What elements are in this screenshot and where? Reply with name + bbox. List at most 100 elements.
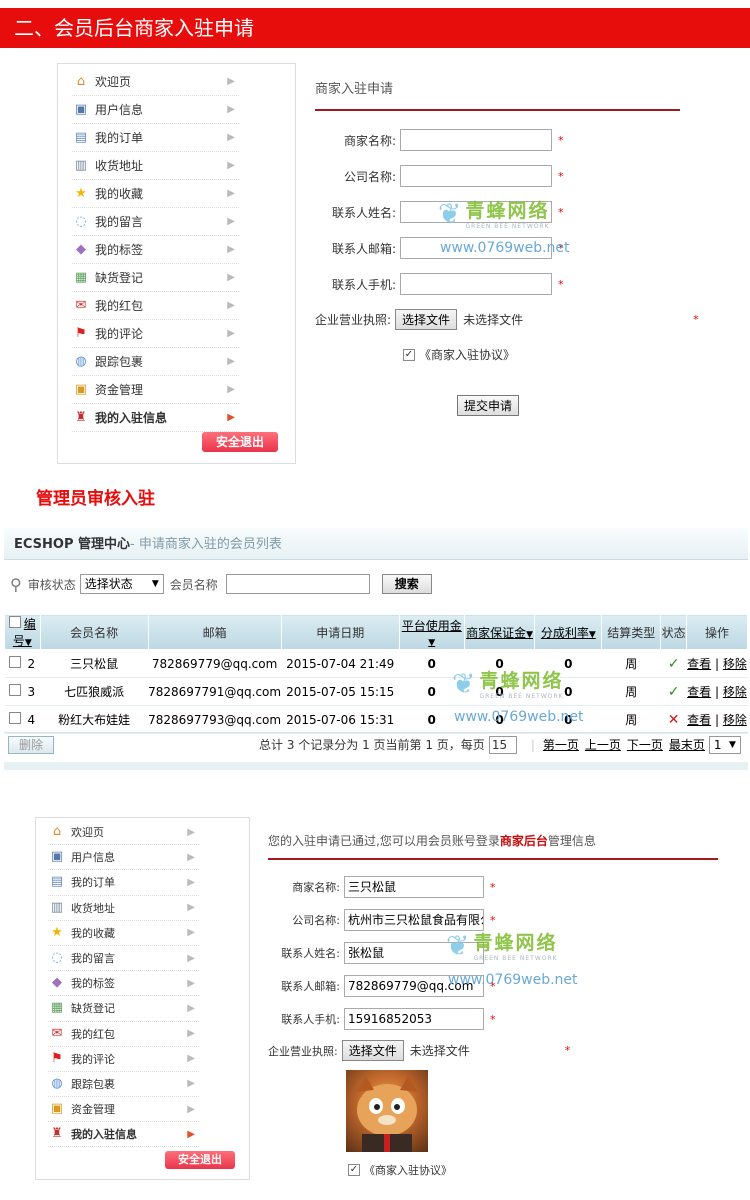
sidebar-item[interactable]: ⚑ 我的评论 ▶ — [72, 320, 239, 348]
choose-file-button[interactable]: 选择文件 — [341, 1040, 404, 1061]
text-input[interactable]: 三只松鼠 — [344, 876, 484, 898]
sidebar-item[interactable]: ◆ 我的标签 ▶ — [48, 971, 199, 997]
chevron-right-icon: ▶ — [187, 902, 195, 914]
license-label: 企业营业执照: — [268, 1044, 338, 1058]
text-input[interactable]: 15916852053 — [344, 1008, 484, 1030]
search-button[interactable]: 搜索 — [381, 574, 432, 594]
sidebar-item[interactable]: ▦ 缺货登记 ▶ — [48, 996, 199, 1022]
text-input[interactable]: 杭州市三只松鼠食品有限公 — [344, 909, 484, 931]
text-input[interactable] — [400, 237, 552, 259]
sidebar-item[interactable]: ✉ 我的红包 ▶ — [72, 292, 239, 320]
text-input[interactable] — [400, 201, 552, 223]
sidebar-item[interactable]: ◍ 跟踪包裹 ▶ — [48, 1072, 199, 1098]
row-checkbox[interactable] — [9, 684, 22, 696]
actions-cell: 查看 | 移除 — [686, 649, 748, 678]
agreement-checkbox[interactable]: ✓ — [403, 348, 415, 361]
agreement-link[interactable]: 《商家入驻协议》 — [419, 346, 515, 363]
cell-name: 三只松鼠 — [40, 649, 149, 678]
merchant-backend-link[interactable]: 商家后台 — [500, 834, 548, 848]
sidebar-item[interactable]: ▦ 缺货登记 ▶ — [72, 264, 239, 292]
form-row: 商家名称: 三只松鼠 * — [270, 876, 496, 898]
id-card-icon: ▣ — [50, 849, 64, 865]
sidebar-item[interactable]: ▣ 用户信息 ▶ — [72, 96, 239, 124]
sidebar-item[interactable]: ⌂ 欢迎页 ▶ — [72, 68, 239, 96]
sort-arrow-icon: ▼ — [526, 629, 534, 640]
license-row: 企业营业执照: 选择文件 未选择文件 * — [315, 309, 699, 330]
action-separator: | — [711, 713, 723, 727]
row-checkbox[interactable] — [9, 712, 22, 724]
logout-button[interactable]: 安全退出 — [202, 432, 278, 452]
per-page-input[interactable]: 15 — [488, 735, 517, 754]
sidebar-item[interactable]: ▣ 资金管理 ▶ — [72, 376, 239, 404]
column-header[interactable]: 商家保证金▼ — [463, 614, 536, 650]
row-id-cell: 3 — [4, 677, 41, 706]
page-select[interactable]: 1 ▼ — [708, 735, 741, 754]
column-header[interactable]: 分成利率▼ — [534, 614, 603, 650]
package-icon: ◍ — [51, 1075, 63, 1091]
chevron-right-icon: ▶ — [187, 1103, 195, 1115]
field-label: 联系人姓名: — [331, 205, 396, 220]
form-row: 联系人手机: 15916852053 * — [270, 1008, 496, 1030]
sidebar-item[interactable]: ♜ 我的入驻信息 ▶ — [48, 1122, 199, 1148]
sidebar-item[interactable]: ✉ 我的红包 ▶ — [48, 1022, 199, 1047]
delete-button[interactable]: 删除 — [8, 735, 55, 754]
sidebar-item[interactable]: ♜ 我的入驻信息 ▶ — [72, 404, 239, 432]
first-page-link[interactable]: 第一页 — [543, 736, 579, 753]
required-mark: * — [558, 205, 564, 219]
remove-link[interactable]: 移除 — [723, 713, 747, 727]
sidebar-item[interactable]: ▣ 用户信息 ▶ — [48, 845, 199, 871]
sidebar-item[interactable]: ▣ 资金管理 ▶ — [48, 1097, 199, 1123]
logout-button[interactable]: 安全退出 — [165, 1151, 235, 1169]
text-input[interactable] — [400, 165, 552, 187]
sidebar-item[interactable]: ⌂ 欢迎页 ▶ — [48, 820, 199, 846]
sidebar-item[interactable]: ⚑ 我的评论 ▶ — [48, 1047, 199, 1072]
column-header-label: 邮箱 — [202, 625, 227, 640]
next-page-link[interactable]: 下一页 — [627, 736, 663, 753]
cell-date: 2015-07-04 21:49 — [281, 649, 400, 678]
text-input[interactable]: 张松鼠 — [344, 942, 484, 964]
admin-panel: ECSHOP 管理中心- 申请商家入驻的会员列表 ⚲ 审核状态 选择状态 ▼ 会… — [4, 528, 749, 772]
cell-settle: 周 — [601, 649, 661, 678]
row-checkbox[interactable] — [9, 656, 22, 668]
prev-page-link[interactable]: 上一页 — [585, 736, 621, 753]
sidebar-item-label: 欢迎页 — [71, 826, 104, 840]
action-separator: | — [711, 685, 723, 699]
chevron-right-icon: ▶ — [187, 826, 195, 838]
sidebar-item-label: 我的红包 — [95, 299, 144, 313]
sidebar-item[interactable]: ▤ 我的订单 ▶ — [72, 124, 239, 152]
agreement-link[interactable]: 《商家入驻协议》 — [364, 1162, 452, 1178]
chevron-right-icon: ▶ — [187, 977, 195, 989]
text-input[interactable] — [400, 273, 552, 295]
sidebar-item-label: 缺货登记 — [71, 1002, 115, 1016]
required-mark: * — [564, 1044, 571, 1057]
sidebar-item[interactable]: ◌ 我的留言 ▶ — [48, 946, 199, 972]
sort-arrow-icon: ▼ — [588, 629, 596, 640]
text-input[interactable] — [400, 129, 552, 151]
chevron-right-icon: ▶ — [187, 927, 195, 939]
sidebar-item[interactable]: ▤ 我的订单 ▶ — [48, 870, 199, 896]
cross-icon: ✕ — [667, 711, 680, 728]
choose-file-button[interactable]: 选择文件 — [395, 309, 458, 330]
last-page-link[interactable]: 最末页 — [669, 736, 705, 753]
column-header-label: 分成利率 — [540, 625, 589, 640]
view-link[interactable]: 查看 — [687, 657, 711, 671]
submit-application-button[interactable]: 提交申请 — [457, 395, 520, 416]
sidebar-item[interactable]: ▥ 收货地址 ▶ — [48, 896, 199, 921]
sidebar-item[interactable]: ◆ 我的标签 ▶ — [72, 236, 239, 264]
select-all-checkbox[interactable] — [8, 616, 21, 628]
remove-link[interactable]: 移除 — [723, 685, 747, 699]
sidebar-item[interactable]: ▥ 收货地址 ▶ — [72, 152, 239, 180]
member-name-input[interactable] — [225, 574, 370, 594]
remove-link[interactable]: 移除 — [723, 657, 747, 671]
sidebar-item[interactable]: ◌ 我的留言 ▶ — [72, 208, 239, 236]
column-header[interactable]: 编号▼ — [4, 614, 41, 650]
text-input[interactable]: 782869779@qq.com — [344, 975, 484, 997]
sidebar-item[interactable]: ★ 我的收藏 ▶ — [48, 921, 199, 946]
sidebar-item[interactable]: ★ 我的收藏 ▶ — [72, 180, 239, 208]
column-header[interactable]: 平台使用金 ▼ — [398, 614, 465, 650]
status-select[interactable]: 选择状态 ▼ — [79, 574, 164, 594]
view-link[interactable]: 查看 — [687, 685, 711, 699]
agreement-checkbox[interactable]: ✓ — [348, 1164, 360, 1176]
view-link[interactable]: 查看 — [687, 713, 711, 727]
sidebar-item[interactable]: ◍ 跟踪包裹 ▶ — [72, 348, 239, 376]
